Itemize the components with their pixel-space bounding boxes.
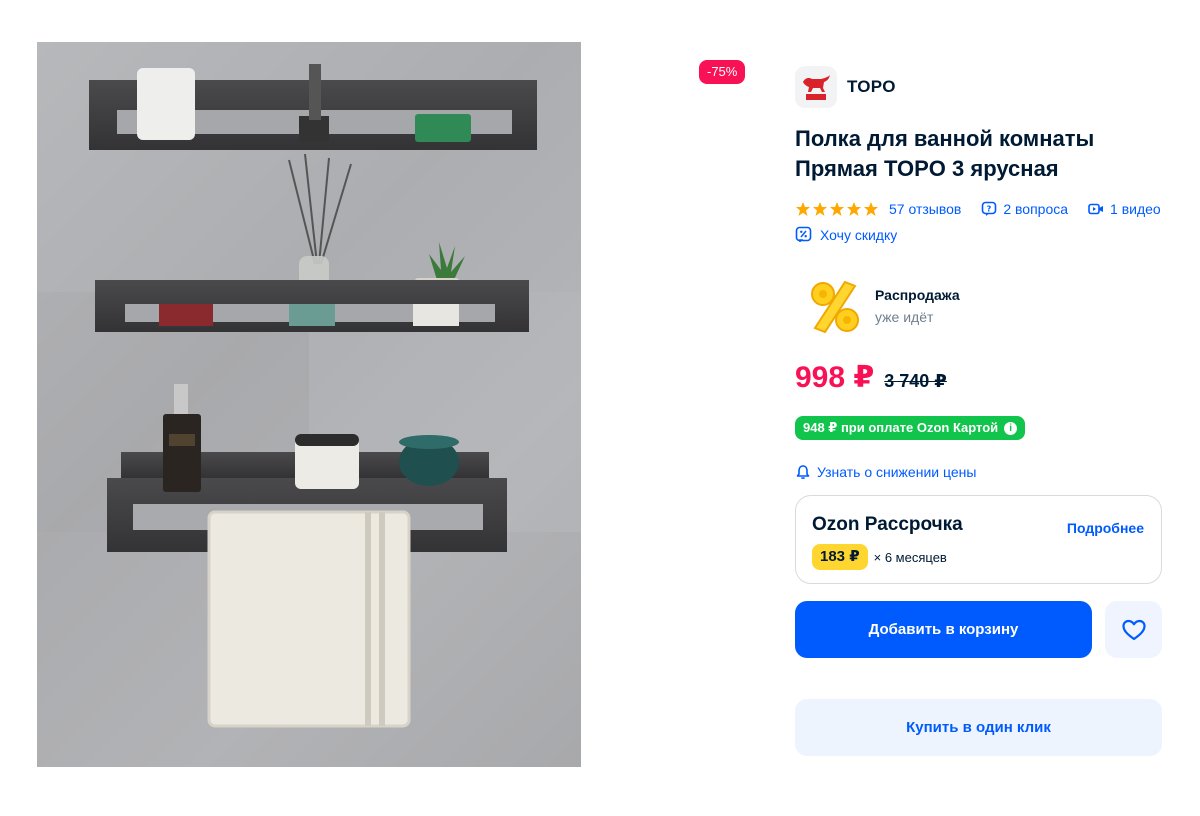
brand-logo[interactable] (795, 66, 837, 108)
installment-card[interactable]: Ozon Рассрочка Подробнее 183 ₽ × 6 месяц… (795, 495, 1162, 584)
bell-icon (795, 464, 811, 480)
product-image[interactable] (37, 42, 581, 767)
reviews-link[interactable]: 57 отзывов (889, 201, 961, 217)
percent-tag-icon (795, 226, 812, 243)
star-icon (813, 202, 827, 216)
sale-title: Распродажа (875, 287, 960, 303)
questions-link[interactable]: ? 2 вопроса (981, 201, 1068, 217)
videos-link[interactable]: 1 видео (1088, 201, 1161, 217)
price-row: 998 ₽ 3 740 ₽ (795, 360, 947, 395)
discount-badge: -75% (699, 60, 746, 84)
buy-one-click-button[interactable]: Купить в один клик (795, 699, 1162, 756)
installment-more-link[interactable]: Подробнее (1067, 520, 1144, 536)
favorite-button[interactable] (1105, 601, 1162, 658)
questions-label: 2 вопроса (1003, 201, 1069, 217)
bull-logo-icon (803, 75, 830, 100)
product-title: Полка для ванной комнаты Прямая TOPO 3 я… (795, 126, 1095, 181)
star-icon (864, 202, 878, 216)
product-photo-illustration (37, 42, 581, 767)
star-icon (796, 202, 810, 216)
ozon-card-price-badge[interactable]: 948 ₽ при оплате Ozon Картой i (795, 416, 1026, 440)
star-icon (847, 202, 861, 216)
rating-stars[interactable] (795, 201, 879, 217)
question-bubble-icon: ? (981, 201, 997, 217)
price-drop-alert-link[interactable]: Узнать о снижении цены (795, 464, 976, 480)
ozon-card-price-label: 948 ₽ при оплате Ozon Картой (803, 420, 999, 435)
old-price: 3 740 ₽ (884, 371, 947, 391)
brand-block[interactable]: TOPO (795, 66, 896, 108)
svg-text:?: ? (987, 205, 992, 214)
star-icon (830, 202, 844, 216)
product-meta-row: 57 отзывов ? 2 вопроса 1 видео (795, 198, 1161, 220)
installment-monthly-amount: 183 ₽ (812, 544, 868, 570)
video-icon (1088, 201, 1104, 217)
price-drop-alert-label: Узнать о снижении цены (817, 464, 977, 480)
sale-subtitle: уже идёт (875, 309, 934, 325)
want-discount-label: Хочу скидку (820, 226, 898, 243)
sale-banner[interactable]: Распродажа уже идёт (805, 276, 960, 336)
installment-term: × 6 месяцев (873, 549, 947, 565)
current-price: 998 ₽ (795, 361, 875, 394)
want-discount-link[interactable]: Хочу скидку (795, 226, 897, 243)
videos-label: 1 видео (1110, 201, 1161, 217)
brand-name[interactable]: TOPO (847, 77, 896, 97)
heart-icon (1121, 619, 1146, 640)
add-to-cart-button[interactable]: Добавить в корзину (795, 601, 1092, 658)
info-icon[interactable]: i (1004, 421, 1018, 435)
sale-percent-icon (811, 280, 859, 334)
